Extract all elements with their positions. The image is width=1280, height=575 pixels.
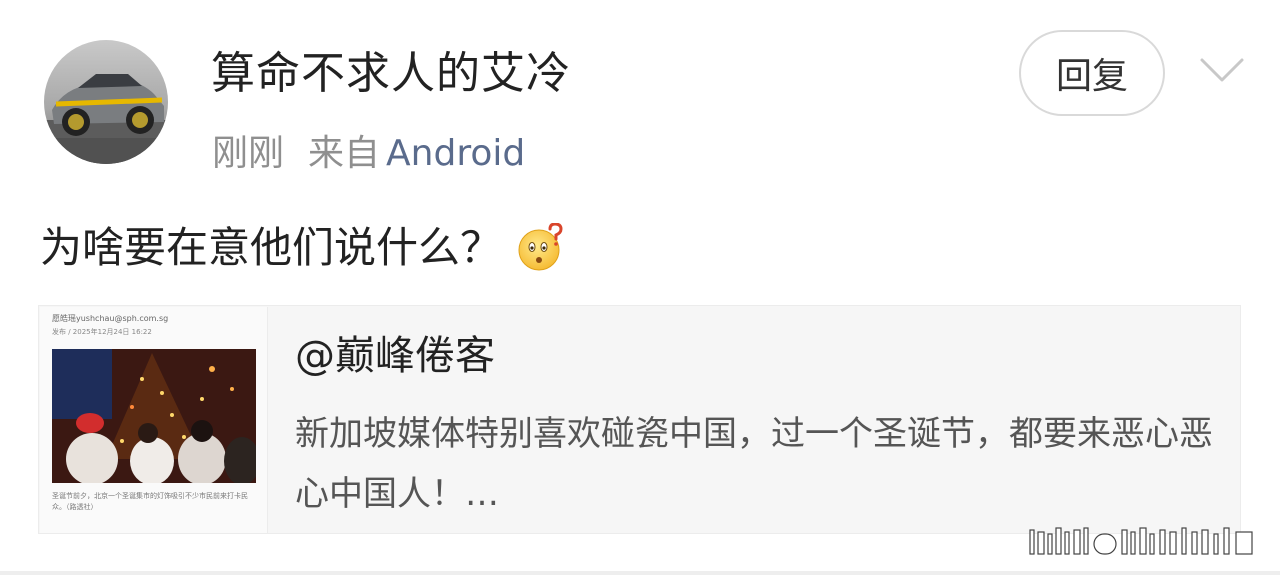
reply-button[interactable]: 回复 (1019, 30, 1165, 116)
post-time: 刚刚 (212, 133, 285, 174)
christmas-photo (52, 349, 256, 483)
thumbnail-date: 发布 / 2025年12月24日 16:22 (52, 328, 152, 336)
post-content: 为啥要在意他们说什么？ (40, 218, 566, 278)
thumbnail-caption: 圣诞节前夕，北京一个圣诞集市的灯饰吸引不少市民前来打卡民众。（路透社） (52, 492, 248, 511)
from-label: 来自 (308, 133, 381, 174)
avatar[interactable] (44, 40, 168, 164)
username[interactable]: 算命不求人的艾冷 (211, 44, 571, 104)
thumbnail-byline: 愿皓瑶yushchau@sph.com.sg (52, 314, 169, 323)
car-avatar-image (44, 40, 168, 164)
divider (0, 571, 1280, 575)
watermark-logo (1029, 527, 1253, 555)
post-meta: 刚刚 来自 Android (212, 130, 525, 178)
post-source[interactable]: Android (386, 133, 525, 174)
repost-card[interactable]: 愿皓瑶yushchau@sph.com.sg 发布 / 2025年12月24日 … (38, 305, 1241, 534)
repost-author[interactable]: @巅峰倦客 (295, 328, 495, 384)
repost-description: 新加坡媒体特别喜欢碰瓷中国，过一个圣诞节，都要来恶心恶心中国人！… (295, 414, 1213, 514)
post-text: 为啥要在意他们说什么？ (40, 223, 503, 272)
thinking-question-emoji-icon (518, 223, 563, 271)
repost-thumbnail: 愿皓瑶yushchau@sph.com.sg 发布 / 2025年12月24日 … (40, 307, 268, 533)
chevron-down-icon[interactable] (1198, 52, 1246, 86)
